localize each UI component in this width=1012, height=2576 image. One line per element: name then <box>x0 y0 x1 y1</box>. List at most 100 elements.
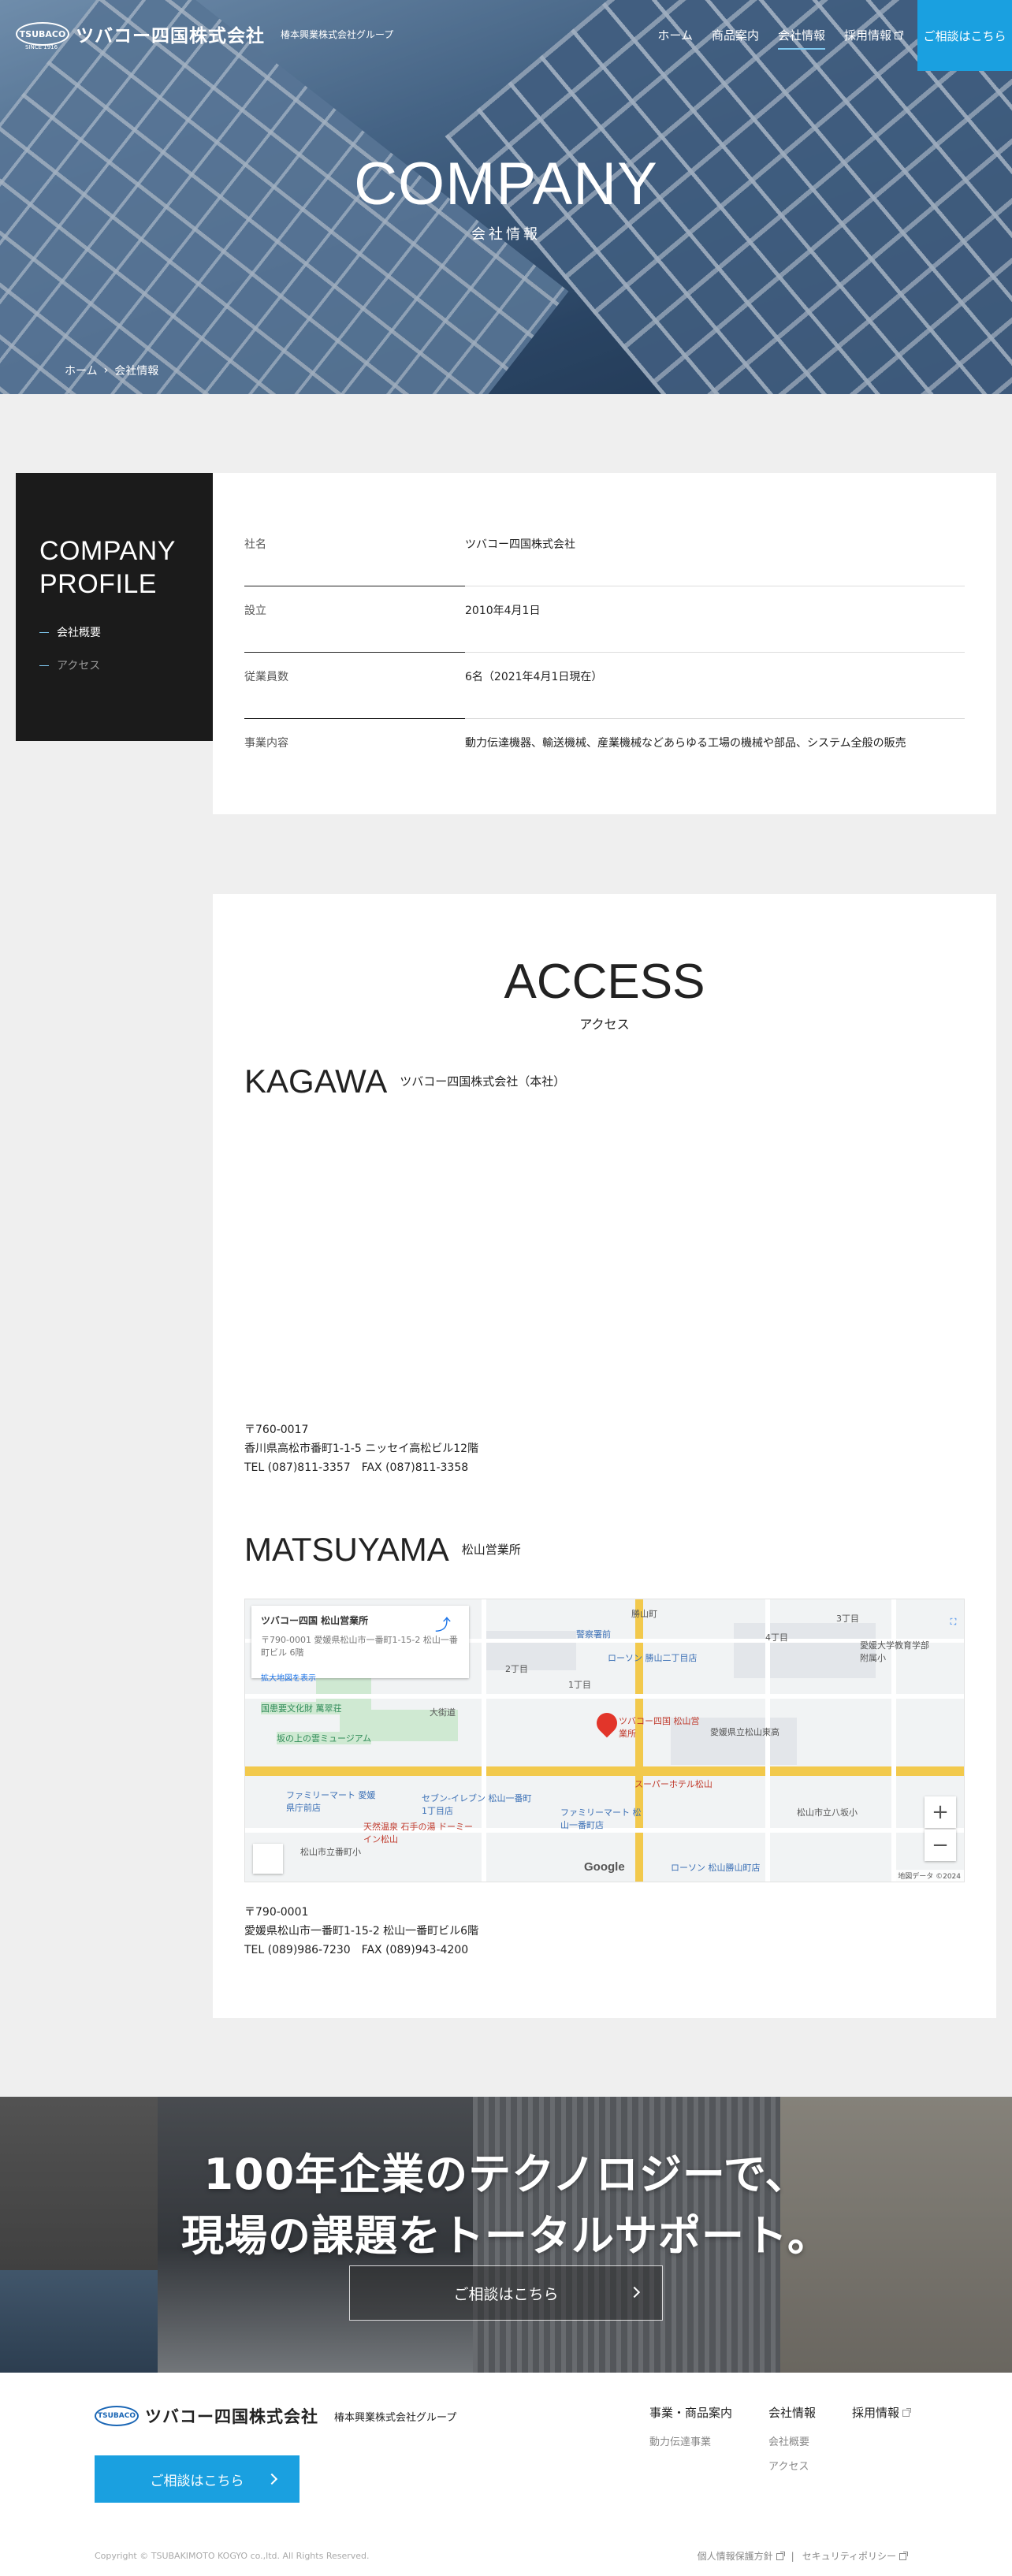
external-link-icon <box>895 31 903 39</box>
kagawa-map[interactable] <box>244 1115 965 1414</box>
chevron-right-icon: › <box>103 364 109 377</box>
dash-icon <box>39 631 49 633</box>
nav-products[interactable]: 商品案内 <box>712 27 759 50</box>
zoom-in-button[interactable]: + <box>925 1796 956 1828</box>
matsuyama-map[interactable]: ツバコー四国 松山営業所 〒790-0001 愛媛県松山市一番町1-15-2 松… <box>244 1599 965 1882</box>
map-label: 2丁目 <box>505 1664 528 1674</box>
matsuyama-address-line: 愛媛県松山市一番町1-15-2 松山一番町ビル6階 <box>244 1925 479 1938</box>
banner-headline: 100年企業のテクノロジーで、 現場の課題をトータルサポート。 <box>0 2144 1012 2267</box>
footer-link[interactable]: アクセス <box>768 2458 816 2473</box>
main-road <box>245 1766 964 1776</box>
site-logo[interactable]: TSUBACO SINCE 1916 ツバコー四国株式会社 椿本興業株式会社グル… <box>16 20 394 50</box>
sidebar-link-overview[interactable]: 会社概要 <box>39 624 189 640</box>
footer-cta-label: ご相談はこちら <box>150 2473 244 2489</box>
sidebar-link-label: アクセス <box>57 660 101 672</box>
company-profile-table: 社名 ツバコー四国株式会社 設立 2010年4月1日 従業員数 6名（2021年… <box>213 473 996 814</box>
dash-icon <box>39 664 49 666</box>
matsuyama-name-en: MATSUYAMA <box>244 1531 449 1568</box>
map-label: 愛媛大学教育学部附属小 <box>860 1640 929 1663</box>
company-profile-sidebar: COMPANY PROFILE 会社概要 アクセス <box>16 473 213 741</box>
profile-value: ツバコー四国株式会社 <box>465 520 965 586</box>
footer-col-products: 事業・商品案内 動力伝達事業 <box>649 2404 732 2473</box>
kagawa-address: 〒760-0017 香川県高松市番町1-1-5 ニッセイ高松ビル12階 TEL … <box>244 1420 478 1477</box>
map-credit: 地図データ ©2024 <box>895 1870 964 1882</box>
footer-contact-button[interactable]: ご相談はこちら <box>95 2455 300 2503</box>
footer-nav: 事業・商品案内 動力伝達事業 会社情報 会社概要 アクセス 採用情報 <box>649 2404 912 2473</box>
cta-banner: 100年企業のテクノロジーで、 現場の課題をトータルサポート。 ご相談はこちら <box>0 2097 1012 2373</box>
map-label: 3丁目 <box>836 1614 859 1624</box>
kagawa-address-line: 香川県高松市番町1-1-5 ニッセイ高松ビル12階 <box>244 1442 479 1455</box>
main-nav: ホーム 商品案内 会社情報 採用情報 <box>657 27 903 50</box>
logo-name: ツバコー四国株式会社 <box>145 2407 318 2426</box>
logo-name: ツバコー四国株式会社 <box>76 26 265 47</box>
map-label: 天然温泉 石手の湯 ドーミーイン松山 <box>363 1822 473 1845</box>
sidebar-links: 会社概要 アクセス <box>39 624 189 673</box>
page-subtitle: 会社情報 <box>471 226 541 243</box>
nav-company[interactable]: 会社情報 <box>777 27 825 50</box>
external-link-icon <box>902 2408 912 2417</box>
breadcrumb-home[interactable]: ホーム <box>65 363 98 378</box>
profile-row: 設立 2010年4月1日 <box>244 586 965 653</box>
map-label: 愛媛県立松山東高 <box>710 1727 779 1737</box>
security-label: セキュリティポリシー <box>802 2551 896 2562</box>
site-footer: TSUBACO ツバコー四国株式会社 椿本興業株式会社グループ ご相談はこちら … <box>0 2373 1012 2576</box>
profile-row: 社名 ツバコー四国株式会社 <box>244 520 965 586</box>
profile-label: 設立 <box>244 586 465 653</box>
footer-col-company: 会社情報 会社概要 アクセス <box>768 2404 816 2473</box>
map-label: 大街道 <box>430 1707 456 1718</box>
privacy-policy-link[interactable]: 個人情報保護方針 <box>698 2549 785 2563</box>
logo-badge: TSUBACO <box>95 2406 139 2426</box>
map-label: 松山市立八坂小 <box>797 1807 858 1818</box>
banner-line1: 100年企業のテクノロジーで、 <box>203 2150 809 2199</box>
group-label: 椿本興業株式会社グループ <box>281 28 394 40</box>
directions-icon[interactable]: ⤴ <box>431 1612 455 1636</box>
map-label: ローソン 勝山二丁目店 <box>608 1653 698 1663</box>
access-section: ACCESS アクセス KAGAWA ツバコー四国株式会社（本社） 〒760-0… <box>213 894 996 2018</box>
access-title: ACCESS <box>504 955 705 1009</box>
legal-links: 個人情報保護方針 | セキュリティポリシー <box>698 2549 908 2563</box>
footer-logo[interactable]: TSUBACO ツバコー四国株式会社 椿本興業株式会社グループ <box>95 2404 456 2428</box>
kagawa-postal: 〒760-0017 <box>244 1424 309 1436</box>
logo-since: SINCE 1916 <box>25 44 58 50</box>
sidebar-link-access[interactable]: アクセス <box>39 657 189 673</box>
profile-label: 社名 <box>244 520 465 586</box>
zoom-out-button[interactable]: − <box>925 1830 956 1861</box>
footer-link[interactable]: 動力伝達事業 <box>649 2433 732 2448</box>
banner-contact-button[interactable]: ご相談はこちら <box>349 2265 663 2321</box>
map-label: ファミリーマート 愛媛県庁前店 <box>286 1790 376 1813</box>
map-label: セブン-イレブン 松山一番町1丁目店 <box>422 1793 532 1816</box>
kagawa-tel: TEL (087)811-3357 FAX (087)811-3358 <box>244 1461 469 1474</box>
footer-link[interactable]: 会社概要 <box>768 2433 816 2448</box>
banner-line2: 現場の課題をトータルサポート。 <box>181 2211 831 2261</box>
footer-col-recruit: 採用情報 <box>852 2404 912 2473</box>
nav-recruit[interactable]: 採用情報 <box>843 27 903 50</box>
footer-heading[interactable]: 事業・商品案内 <box>649 2404 732 2421</box>
map-label: 4丁目 <box>765 1632 788 1643</box>
map-label: 松山市立番町小 <box>300 1847 361 1857</box>
site-header: TSUBACO SINCE 1916 ツバコー四国株式会社 椿本興業株式会社グル… <box>0 0 1012 71</box>
kagawa-heading: KAGAWA ツバコー四国株式会社（本社） <box>244 1063 565 1100</box>
sidebar-title-line2: PROFILE <box>39 569 157 599</box>
page-title: COMPANY <box>354 151 658 218</box>
security-policy-link[interactable]: セキュリティポリシー <box>802 2549 908 2563</box>
external-link-icon <box>776 2552 785 2560</box>
footer-heading-recruit[interactable]: 採用情報 <box>852 2404 912 2421</box>
profile-row: 従業員数 6名（2021年4月1日現在） <box>244 653 965 719</box>
map-info-title: ツバコー四国 松山営業所 <box>261 1615 369 1626</box>
copyright: Copyright © TSUBAKIMOTO KOGYO co.,ltd. A… <box>95 2551 370 2561</box>
nav-recruit-label: 採用情報 <box>843 28 891 43</box>
sidebar-title: COMPANY PROFILE <box>39 534 189 601</box>
matsuyama-heading: MATSUYAMA 松山営業所 <box>244 1531 521 1569</box>
sidebar-link-label: 会社概要 <box>57 627 101 639</box>
map-label: 勝山町 <box>631 1609 657 1619</box>
footer-heading[interactable]: 会社情報 <box>768 2404 816 2421</box>
fullscreen-map-link[interactable]: ⛶ <box>949 1618 959 1627</box>
header-contact-button[interactable]: ご相談はこちら <box>917 0 1012 71</box>
street-view-button[interactable] <box>253 1844 283 1874</box>
nav-home[interactable]: ホーム <box>657 27 693 50</box>
external-link-icon <box>899 2552 908 2560</box>
access-subtitle: アクセス <box>579 1017 630 1032</box>
map-label: ファミリーマート 松山一番町店 <box>560 1807 642 1830</box>
map-enlarge-link[interactable]: 拡大地図を表示 <box>261 1671 459 1683</box>
profile-value: 6名（2021年4月1日現在） <box>465 653 965 719</box>
